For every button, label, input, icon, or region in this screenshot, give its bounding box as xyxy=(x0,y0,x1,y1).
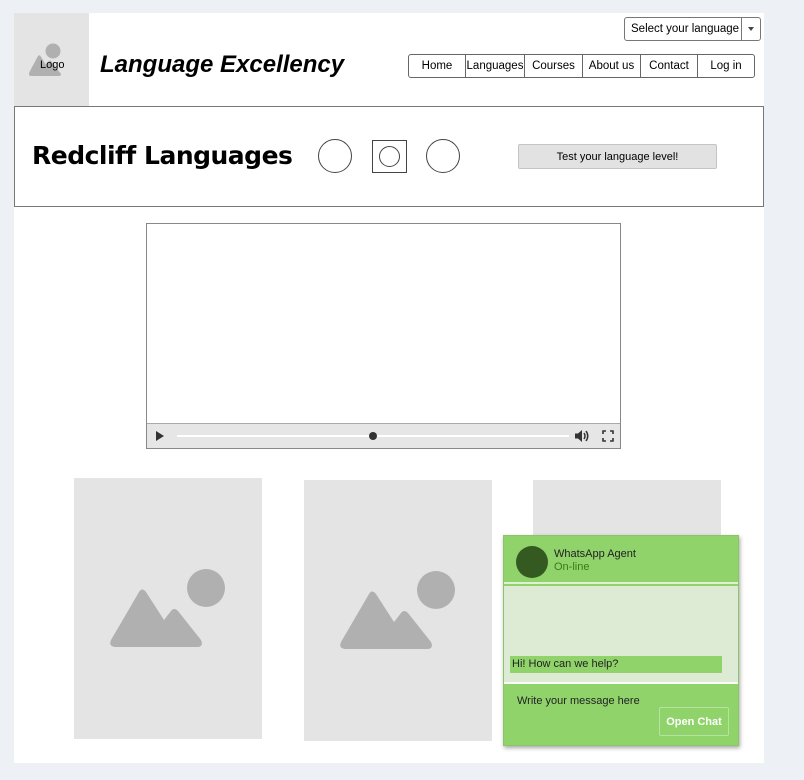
chat-message: Hi! How can we help? xyxy=(510,656,722,673)
chevron-down-icon[interactable] xyxy=(741,18,760,40)
image-placeholder-icon xyxy=(110,569,225,647)
play-icon[interactable] xyxy=(156,431,164,441)
language-select[interactable]: Select your language xyxy=(624,17,761,41)
chat-message-input[interactable]: Write your message here xyxy=(517,695,640,707)
chat-messages: Hi! How can we help? xyxy=(504,586,738,684)
page: Logo Language Excellency Select your lan… xyxy=(14,13,764,763)
video-controls xyxy=(147,423,620,448)
image-placeholder xyxy=(304,480,492,741)
test-language-level-button[interactable]: Test your language level! xyxy=(518,144,717,169)
main-nav: Home Languages Courses About us Contact Log i… xyxy=(408,54,755,78)
video-progress-handle[interactable] xyxy=(369,432,377,440)
agent-name: WhatsApp Agent xyxy=(554,548,636,560)
fullscreen-icon[interactable] xyxy=(602,430,614,442)
chat-header: WhatsApp Agent On-line xyxy=(504,536,738,584)
nav-item-courses[interactable]: Courses xyxy=(524,54,583,78)
site-title: Language Excellency xyxy=(100,51,345,78)
nav-item-about-us[interactable]: About us xyxy=(582,54,641,78)
nav-item-log-in[interactable]: Log in xyxy=(697,54,755,78)
agent-status: On-line xyxy=(554,561,590,573)
circle-icon xyxy=(318,139,352,173)
video-player[interactable] xyxy=(146,223,621,449)
logo[interactable]: Logo xyxy=(14,13,89,106)
language-select-value: Select your language xyxy=(631,23,740,35)
brand-name: Redcliff Languages xyxy=(32,141,293,170)
banner: Redcliff Languages Test your language le… xyxy=(14,106,764,207)
volume-icon[interactable] xyxy=(574,429,590,443)
image-placeholder-icon xyxy=(340,571,455,649)
open-chat-button[interactable]: Open Chat xyxy=(659,707,729,736)
nav-item-home[interactable]: Home xyxy=(408,54,466,78)
chat-widget: WhatsApp Agent On-line Hi! How can we he… xyxy=(503,535,739,746)
logo-label: Logo xyxy=(40,59,65,71)
image-placeholder xyxy=(74,478,262,739)
circle-in-square-icon xyxy=(372,140,407,173)
nav-item-languages[interactable]: Languages xyxy=(465,54,525,78)
nav-item-contact[interactable]: Contact xyxy=(640,54,698,78)
circle-icon xyxy=(426,139,460,173)
avatar xyxy=(516,546,548,578)
